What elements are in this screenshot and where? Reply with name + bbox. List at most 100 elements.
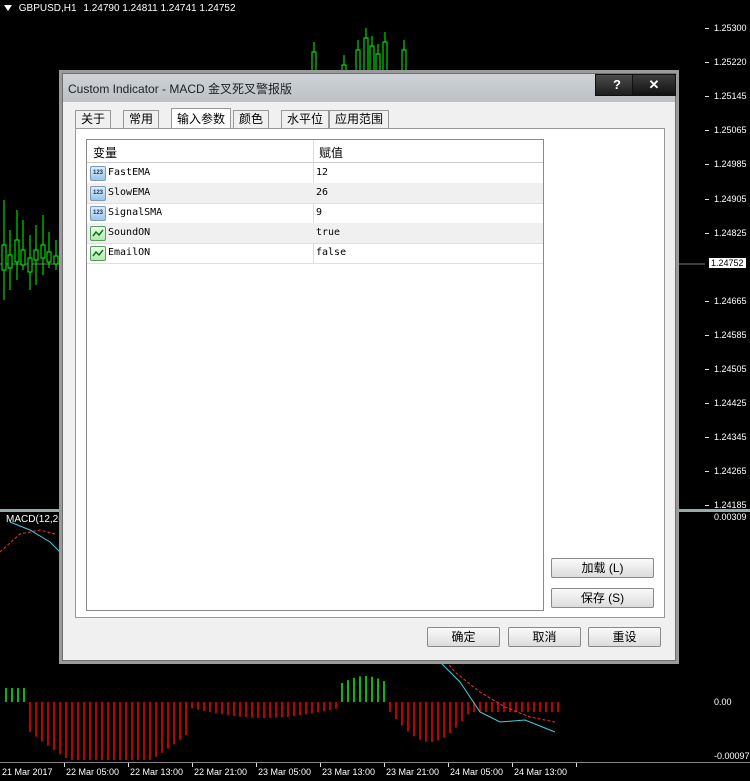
time-tick bbox=[384, 763, 385, 767]
price-tick bbox=[705, 96, 709, 98]
param-value[interactable]: 26 bbox=[316, 187, 328, 198]
param-row[interactable]: 123 SlowEMA 26 bbox=[87, 183, 543, 204]
signal-line bbox=[0, 529, 56, 553]
candle-body bbox=[33, 249, 39, 261]
price-tick bbox=[705, 334, 709, 336]
integer-icon: 123 bbox=[90, 206, 106, 221]
price-tick bbox=[705, 164, 709, 166]
price-tick bbox=[705, 471, 709, 473]
time-tick bbox=[192, 763, 193, 767]
parameters-grid[interactable]: 变量 赋值 123 FastEMA 12 123 SlowEMA 26 123 … bbox=[86, 139, 544, 611]
price-label: 1.24585 bbox=[714, 329, 747, 340]
dialog-title: Custom Indicator - MACD 金叉死叉警报版 bbox=[68, 82, 293, 96]
macd-axis-label: 0.00309 bbox=[714, 512, 747, 522]
time-tick bbox=[64, 763, 65, 767]
param-name: SignalSMA bbox=[108, 207, 163, 218]
price-tick bbox=[705, 232, 709, 234]
param-value[interactable]: 9 bbox=[316, 207, 322, 218]
macd-line bbox=[9, 521, 61, 553]
param-row[interactable]: SoundON true bbox=[87, 223, 543, 244]
param-row[interactable]: 123 FastEMA 12 bbox=[87, 163, 543, 184]
cancel-button[interactable]: 取消 bbox=[508, 627, 581, 647]
ok-button[interactable]: 确定 bbox=[427, 627, 500, 647]
triangle-down-icon bbox=[4, 5, 12, 12]
price-tick bbox=[705, 28, 709, 29]
time-tick bbox=[320, 763, 321, 767]
dialog-titlebar[interactable]: Custom Indicator - MACD 金叉死叉警报版 ? ✕ bbox=[63, 74, 676, 102]
grid-header: 变量 赋值 bbox=[87, 140, 543, 163]
price-label: 1.24265 bbox=[714, 466, 747, 477]
param-name: EmailON bbox=[108, 247, 151, 258]
tab-levels[interactable]: 水平位 bbox=[281, 110, 330, 128]
candle-body bbox=[363, 37, 369, 73]
boolean-icon bbox=[90, 226, 106, 241]
tab-about[interactable]: 关于 bbox=[75, 110, 112, 128]
boolean-icon bbox=[90, 246, 106, 261]
candle-body bbox=[401, 49, 407, 73]
price-label: 1.25145 bbox=[714, 91, 747, 102]
price-label: 1.24665 bbox=[714, 295, 747, 306]
integer-icon: 123 bbox=[90, 166, 106, 181]
time-tick bbox=[128, 763, 129, 767]
price-axis[interactable]: 1.24752 0.00309 0.00 -0.00097 1.25300 1.2… bbox=[705, 0, 750, 761]
tab-visualization[interactable]: 应用范围 bbox=[329, 110, 390, 128]
param-value[interactable]: true bbox=[316, 227, 340, 238]
candle-body bbox=[375, 53, 381, 73]
price-label: 1.24185 bbox=[714, 500, 747, 511]
price-tick bbox=[705, 198, 709, 200]
price-label: 1.24905 bbox=[714, 193, 747, 204]
price-label: 1.25220 bbox=[714, 57, 747, 68]
current-price-label: 1.24752 bbox=[709, 258, 746, 268]
time-axis[interactable]: 21 Mar 2017 22 Mar 05:00 22 Mar 13:00 22 Ma… bbox=[0, 762, 750, 781]
price-label: 1.25065 bbox=[714, 125, 747, 136]
price-label: 1.25300 bbox=[714, 23, 747, 33]
param-value[interactable]: 12 bbox=[316, 167, 328, 178]
price-tick bbox=[705, 403, 709, 405]
candle-body bbox=[14, 239, 20, 263]
tab-common[interactable]: 常用 bbox=[123, 110, 160, 128]
candle-body bbox=[53, 255, 59, 265]
symbol-name: GBPUSD,H1 bbox=[18, 3, 77, 14]
chart-header: GBPUSD,H1 1.24790 1.24811 1.24741 1.2475… bbox=[4, 3, 236, 14]
time-tick bbox=[512, 763, 513, 767]
param-value[interactable]: false bbox=[316, 247, 346, 258]
tab-inputs[interactable]: 输入参数 bbox=[171, 108, 232, 129]
macd-axis-label: -0.00097 bbox=[714, 751, 750, 761]
close-button[interactable]: ✕ bbox=[632, 74, 676, 96]
integer-icon: 123 bbox=[90, 186, 106, 201]
load-button[interactable]: 加载 (L) bbox=[551, 558, 654, 578]
macd-label: MACD(12,26 bbox=[6, 514, 64, 525]
time-label: 23 Mar 13:00 bbox=[322, 767, 376, 777]
candle-body bbox=[1, 244, 7, 271]
candle-body bbox=[40, 244, 46, 259]
candle-body bbox=[382, 41, 388, 73]
price-tick bbox=[705, 437, 709, 439]
candle-body bbox=[311, 51, 317, 73]
param-row[interactable]: 123 SignalSMA 9 bbox=[87, 203, 543, 224]
time-label: 24 Mar 13:00 bbox=[514, 767, 568, 777]
price-tick bbox=[705, 300, 709, 302]
param-row[interactable]: EmailON false bbox=[87, 243, 543, 264]
tab-panel: 变量 赋值 123 FastEMA 12 123 SlowEMA 26 123 … bbox=[75, 128, 665, 618]
save-button[interactable]: 保存 (S) bbox=[551, 588, 654, 608]
column-variable[interactable]: 变量 bbox=[93, 144, 117, 161]
param-name: SlowEMA bbox=[108, 187, 151, 198]
tab-colors[interactable]: 颜色 bbox=[233, 110, 270, 128]
candle-body bbox=[20, 249, 26, 266]
column-value[interactable]: 赋值 bbox=[319, 144, 343, 161]
price-label: 1.24985 bbox=[714, 159, 747, 170]
reset-button[interactable]: 重设 bbox=[588, 627, 661, 647]
time-label: 23 Mar 21:00 bbox=[386, 767, 440, 777]
param-name: FastEMA bbox=[108, 167, 151, 178]
candle-body bbox=[369, 45, 375, 73]
price-label: 1.24505 bbox=[714, 364, 747, 374]
price-tick bbox=[705, 130, 709, 132]
candle-body bbox=[46, 251, 52, 263]
candle-body bbox=[7, 254, 13, 269]
ohlc-values: 1.24790 1.24811 1.24741 1.24752 bbox=[83, 3, 236, 14]
price-label: 1.24345 bbox=[714, 432, 747, 443]
price-tick bbox=[705, 62, 709, 64]
candle-body bbox=[355, 49, 361, 73]
price-label: 1.24425 bbox=[714, 398, 747, 409]
time-tick bbox=[576, 763, 577, 767]
